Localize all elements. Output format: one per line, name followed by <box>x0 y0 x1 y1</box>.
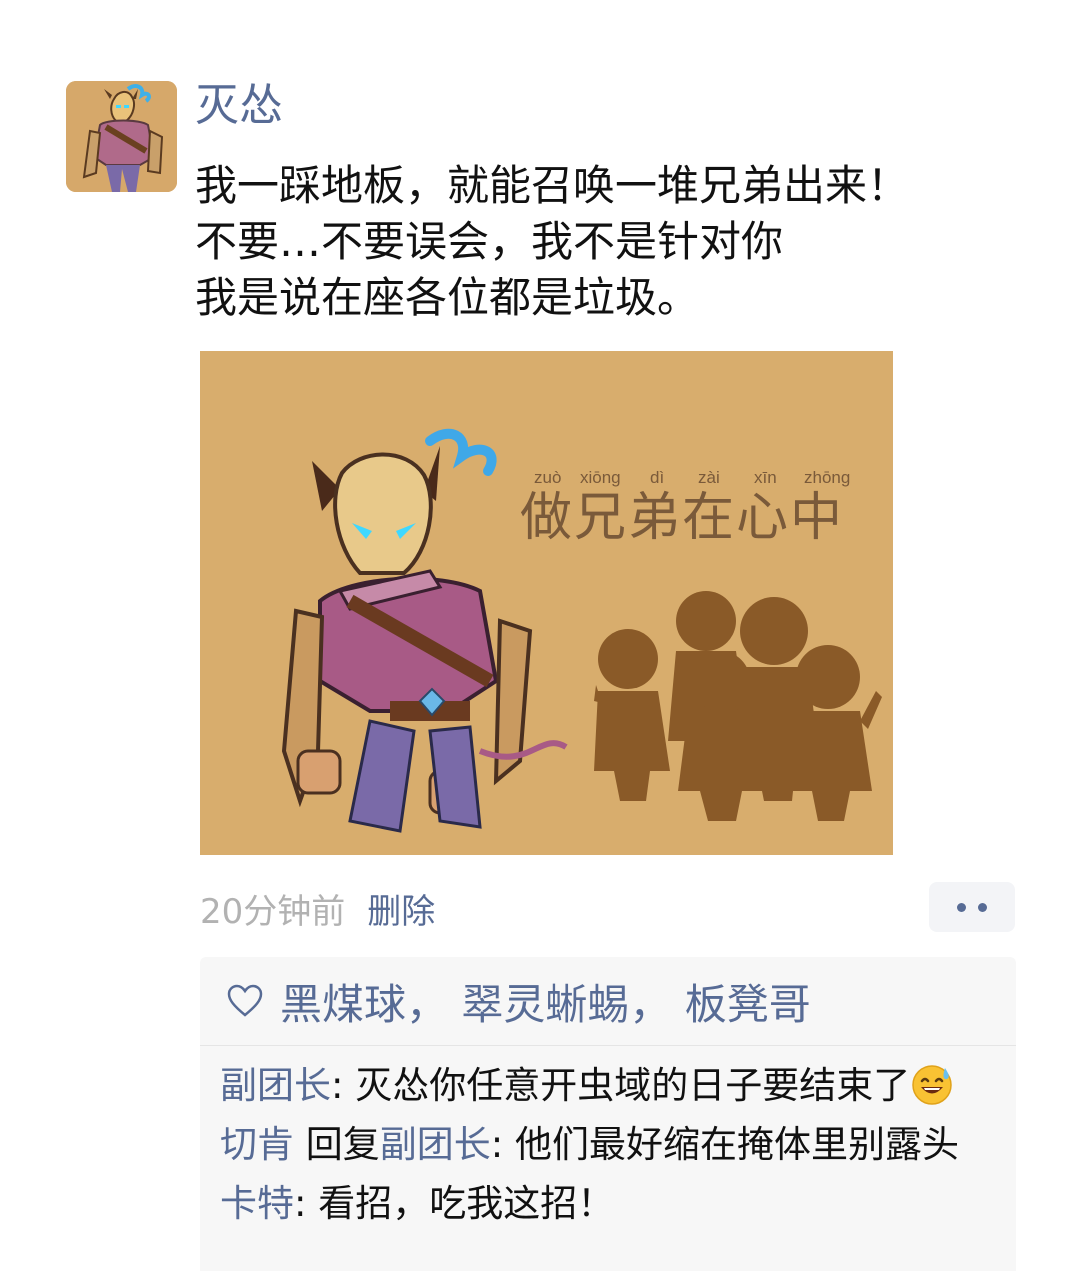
comment-text: 看招，吃我这招！ <box>318 1182 615 1225</box>
pinyin-text: xīn <box>754 468 777 487</box>
pinyin-text: xiōng <box>580 468 621 487</box>
post-text: 我一踩地板，就能召唤一堆兄弟出来！ 不要…不要误会，我不是针对你 我是说在座各位… <box>195 158 1035 326</box>
comment-item[interactable]: 切肯 回复副团长: 他们最好缩在掩体里别露头 <box>220 1115 1016 1174</box>
post-text-line: 不要…不要误会，我不是针对你 <box>195 217 784 266</box>
likes-names[interactable]: 黑煤球， 翠灵蜥蜴， 板凳哥 <box>280 971 811 1032</box>
comment-text: 灭怂你任意开虫域的日子要结束了 <box>355 1064 911 1107</box>
pinyin-text: zài <box>698 468 720 487</box>
post-username[interactable]: 灭怂 <box>195 78 283 134</box>
image-caption: 做兄弟在心中 <box>520 488 844 548</box>
comment-item[interactable]: 卡特: 看招，吃我这招！ <box>220 1174 1016 1233</box>
comments-list: 副团长: 灭怂你任意开虫域的日子要结束了 切肯 回复副团长: 他们最好缩在掩体里… <box>200 1046 1016 1233</box>
delete-link[interactable]: 删除 <box>367 884 435 933</box>
post-image[interactable]: zuò xiōng dì zài xīn zhōng 做兄弟在心中 <box>200 351 893 855</box>
reply-word: 回复 <box>305 1123 380 1166</box>
sweat-smile-emoji-icon <box>912 1065 952 1105</box>
avatar-character-icon <box>66 81 177 192</box>
post-image-illustration: zuò xiōng dì zài xīn zhōng 做兄弟在心中 <box>200 351 893 855</box>
post-text-line: 我是说在座各位都是垃圾。 <box>195 273 700 322</box>
reply-target[interactable]: 副团长 <box>380 1123 491 1166</box>
comment-author[interactable]: 切肯 <box>220 1123 294 1166</box>
comment-author[interactable]: 副团长 <box>220 1064 331 1107</box>
pinyin-text: zhōng <box>804 468 850 487</box>
more-dots-icon <box>957 902 966 912</box>
comment-separator: : <box>294 1182 319 1225</box>
pinyin-text: dì <box>650 468 664 487</box>
post-time: 20分钟前 <box>200 891 346 932</box>
comment-text: 他们最好缩在掩体里别露头 <box>515 1123 959 1166</box>
comment-separator: : <box>490 1123 515 1166</box>
post-meta: 20分钟前 删除 <box>200 882 435 934</box>
post-text-line: 我一踩地板，就能召唤一堆兄弟出来！ <box>195 161 910 210</box>
comment-author[interactable]: 卡特 <box>220 1182 294 1225</box>
likes-row: 黑煤球， 翠灵蜥蜴， 板凳哥 <box>200 957 1016 1046</box>
comment-separator: : <box>331 1064 356 1107</box>
more-dots-icon <box>978 902 987 912</box>
interactions-panel: 黑煤球， 翠灵蜥蜴， 板凳哥 副团长: 灭怂你任意开虫域的日子要结束了 切肯 回… <box>200 957 1016 1271</box>
more-actions-button[interactable] <box>929 882 1015 932</box>
pinyin-text: zuò <box>534 468 561 487</box>
comment-item[interactable]: 副团长: 灭怂你任意开虫域的日子要结束了 <box>220 1056 1016 1115</box>
avatar[interactable] <box>66 81 177 192</box>
heart-icon <box>227 984 263 1017</box>
